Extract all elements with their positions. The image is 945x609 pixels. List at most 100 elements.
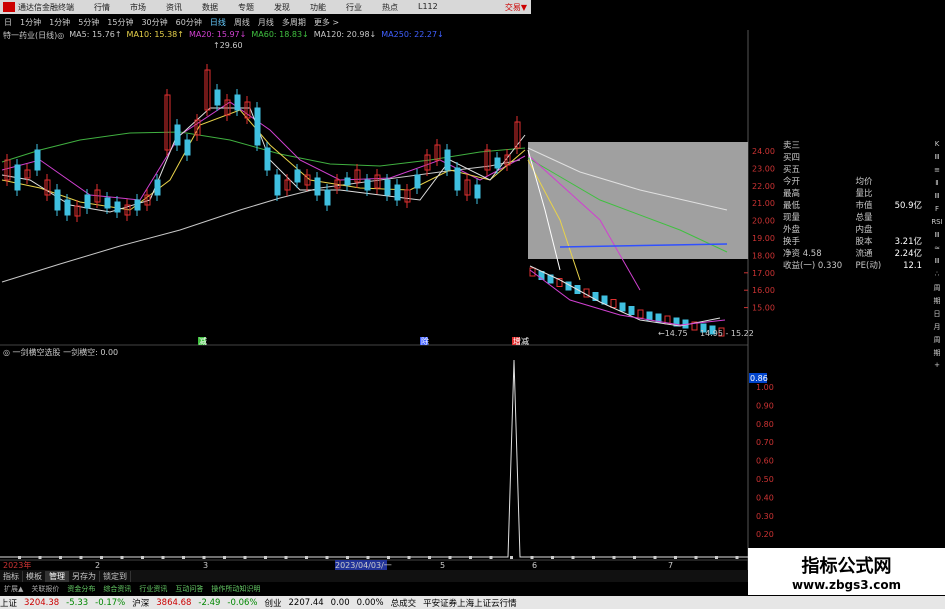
menu-item-3[interactable]: 数据 (202, 2, 218, 13)
quote-cell (856, 152, 929, 164)
indicator-name: 一剑横空选股 (12, 348, 61, 357)
quote-cell: 流通 2.24亿 (856, 248, 929, 260)
quote-label: PE(动) (855, 261, 882, 271)
info-tab-0[interactable]: 扩展▲ (0, 584, 27, 594)
tab-3[interactable]: 另存为 (69, 570, 100, 582)
quote-label: 最低 (783, 201, 801, 211)
menu-item-7[interactable]: 行业 (346, 2, 362, 13)
tool-icon-4[interactable]: Ⅲ (931, 192, 943, 203)
quote-row: 最高 量比 (783, 188, 928, 200)
period-2[interactable]: 1分钟 (49, 17, 70, 28)
info-tab-2[interactable]: 资金分布 (63, 584, 99, 594)
menu-item-8[interactable]: 热点 (382, 2, 398, 13)
menu-item-6[interactable]: 功能 (310, 2, 326, 13)
quote-cell: 卖三 (783, 140, 856, 152)
quote-label: 量比 (855, 189, 873, 199)
info-tab-1[interactable]: 关联报价 (27, 584, 63, 594)
period-10[interactable]: 多周期 (282, 17, 306, 28)
tab-2[interactable]: 管理 (46, 570, 69, 582)
date-dot (18, 556, 21, 559)
candle-body (174, 124, 181, 146)
status-item-12: 总成交 (390, 598, 417, 609)
tool-icon-11[interactable]: 周 (931, 283, 943, 294)
period-6[interactable]: 60分钟 (176, 17, 202, 28)
trade-menu[interactable]: 交易▼ (505, 2, 527, 13)
tool-icon-13[interactable]: 日 (931, 309, 943, 320)
tab-4[interactable]: 锁定到 (100, 570, 131, 582)
kline-chart[interactable]: 24.0023.0022.0021.0020.0019.0018.0017.00… (0, 30, 945, 570)
period-0[interactable]: 日 (4, 17, 12, 28)
period-7[interactable]: 日线 (210, 17, 226, 28)
menu-item-2[interactable]: 资讯 (166, 2, 182, 13)
date-dot (428, 556, 431, 559)
info-tabs: 扩展▲ 关联报价 资金分布 综合资讯 行业资讯 互动问答 操作所动知识明 (0, 583, 760, 594)
date-dot (305, 556, 308, 559)
indicator-title: ◎ 一剑横空选股 一剑横空: 0.00 (3, 348, 119, 357)
candle-body (264, 147, 271, 171)
tool-icon-7[interactable]: Ⅲ (931, 231, 943, 242)
period-3[interactable]: 5分钟 (78, 17, 99, 28)
period-9[interactable]: 月线 (258, 17, 274, 28)
period-5[interactable]: 30分钟 (141, 17, 167, 28)
date-dot (59, 556, 62, 559)
quote-row: 今开 均价 (783, 176, 928, 188)
menu-item-9[interactable]: L112 (418, 2, 438, 13)
tool-icon-3[interactable]: Ⅱ (931, 179, 943, 190)
info-tab-6[interactable]: 操作所动知识明 (207, 584, 264, 594)
period-1[interactable]: 1分钟 (20, 17, 41, 28)
info-tab-5[interactable]: 互动问答 (171, 584, 207, 594)
tool-icon-0[interactable]: K (931, 140, 943, 151)
quote-label: 流通 (855, 249, 873, 259)
quote-label: 换手 (783, 237, 801, 247)
tab-0[interactable]: 指标 (0, 570, 23, 582)
candle-body (184, 139, 191, 156)
period-4[interactable]: 15分钟 (107, 17, 133, 28)
info-tab-4[interactable]: 行业资讯 (135, 584, 171, 594)
menu-item-1[interactable]: 市场 (130, 2, 146, 13)
tool-icon-15[interactable]: 周 (931, 335, 943, 346)
menu-item-4[interactable]: 专题 (238, 2, 254, 13)
high-label: ↑29.60 (213, 41, 243, 50)
candle-body (214, 89, 221, 106)
quote-label: 均价 (855, 177, 873, 187)
tool-icon-10[interactable]: ∴ (931, 270, 943, 281)
tool-icon-5[interactable]: F (931, 205, 943, 216)
tool-icon-2[interactable]: ≡ (931, 166, 943, 177)
quote-cell: 总量 (856, 212, 929, 224)
tool-icon-1[interactable]: Ⅲ (931, 153, 943, 164)
date-dot (120, 556, 124, 559)
menu-item-0[interactable]: 行情 (94, 2, 110, 13)
candle-body (384, 179, 391, 196)
info-tab-3[interactable]: 综合资讯 (99, 584, 135, 594)
date-label: 2023/04/03/一 (335, 561, 392, 570)
tool-icon-6[interactable]: RSI (931, 218, 943, 229)
event-marker-label: 除 (421, 336, 429, 346)
tool-icon-17[interactable]: + (931, 361, 943, 372)
quote-cell: PE(动) 12.1 (856, 260, 929, 272)
osc-tick: 0.30 (756, 512, 774, 521)
quote-cell (856, 140, 929, 152)
quote-value: 3.21亿 (894, 237, 922, 247)
period-8[interactable]: 周线 (234, 17, 250, 28)
quote-row: 净资 4.58 流通 2.24亿 (783, 248, 928, 260)
tool-icon-8[interactable]: ≈ (931, 244, 943, 255)
quote-cell: 买四 (783, 152, 856, 164)
osc-tick: 1.00 (756, 383, 774, 392)
candle-body (104, 197, 111, 209)
tool-icon-9[interactable]: Ⅲ (931, 257, 943, 268)
candle-body (454, 167, 461, 191)
period-11[interactable]: 更多 > (314, 17, 339, 28)
quote-label: 买五 (783, 165, 801, 175)
right-toolbar: K Ⅲ ≡ Ⅱ Ⅲ F RSI Ⅲ ≈ Ⅲ ∴ 周期日月周期 + (929, 140, 945, 372)
menu-item-5[interactable]: 发现 (274, 2, 290, 13)
candle-body (14, 164, 21, 191)
tool-icon-16[interactable]: 期 (931, 348, 943, 359)
tab-1[interactable]: 模板 (23, 570, 46, 582)
tool-icon-14[interactable]: 月 (931, 322, 943, 333)
price-tick: 17.00 (752, 269, 775, 278)
price-tick: 18.00 (752, 251, 775, 260)
candle-body (414, 174, 421, 189)
quote-label: 内盘 (855, 225, 873, 235)
tool-icon-12[interactable]: 期 (931, 296, 943, 307)
price-tick: 19.00 (752, 234, 775, 243)
